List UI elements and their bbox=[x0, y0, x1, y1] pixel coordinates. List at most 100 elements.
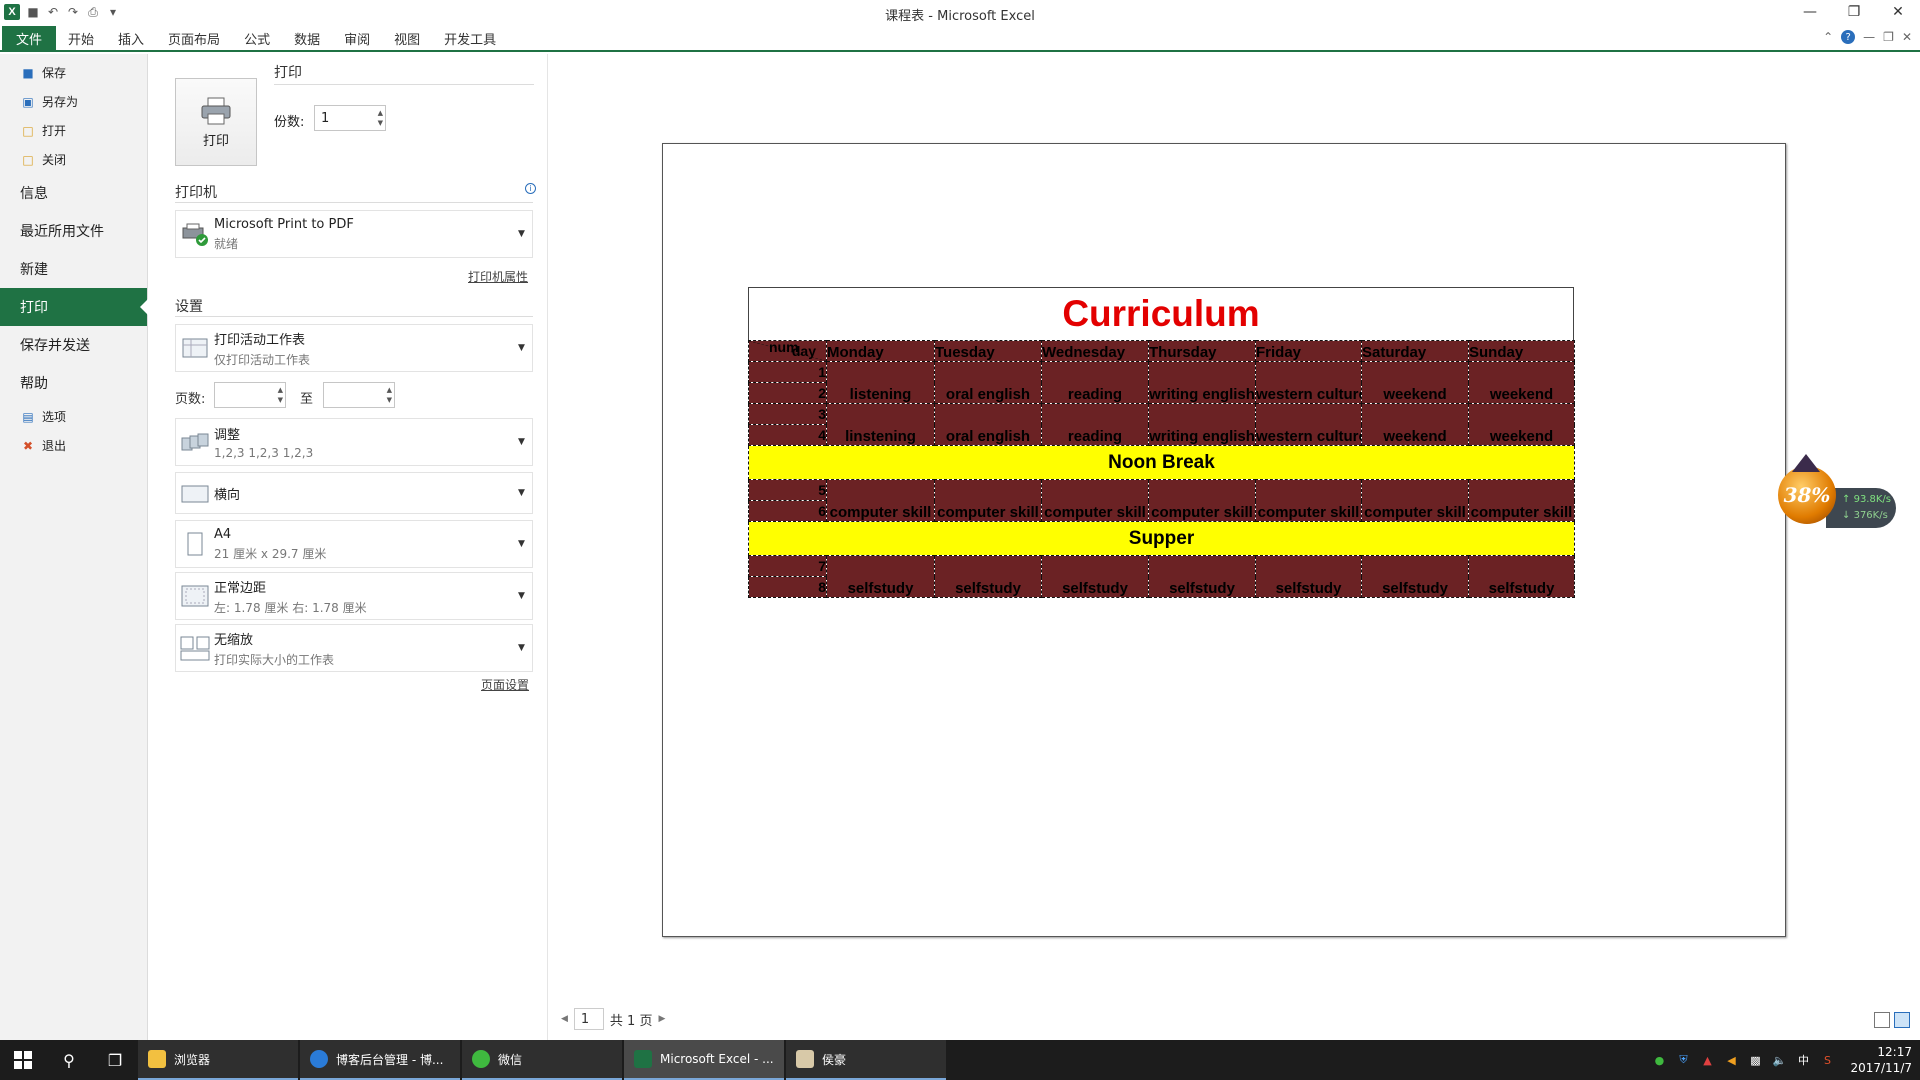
doc-minimize-icon[interactable]: — bbox=[1863, 30, 1875, 44]
backstage-open-label: 打开 bbox=[42, 124, 67, 138]
tab-file[interactable]: 文件 bbox=[2, 26, 57, 50]
wechat-tray-icon[interactable]: ● bbox=[1652, 1053, 1666, 1067]
copies-value: 1 bbox=[321, 110, 330, 126]
show-margins-icon[interactable] bbox=[1874, 1012, 1890, 1028]
doc-restore-icon[interactable]: ❐ bbox=[1883, 30, 1894, 44]
print-button[interactable]: 打印 bbox=[175, 78, 257, 166]
margins-icon bbox=[180, 581, 210, 611]
period-number: 1 bbox=[748, 361, 827, 383]
backstage-options[interactable]: ▤ 选项 bbox=[0, 402, 147, 431]
backstage-help[interactable]: 帮助 bbox=[0, 364, 147, 402]
spin-arrows-icon[interactable]: ▲ ▼ bbox=[387, 385, 392, 405]
subject-cell: selfstudy bbox=[1468, 555, 1575, 598]
tab-view[interactable]: 视图 bbox=[382, 26, 432, 50]
task-view-icon[interactable]: ❐ bbox=[92, 1040, 138, 1080]
restore-icon[interactable]: ❐ bbox=[1832, 0, 1876, 24]
print-what-dropdown[interactable]: 打印活动工作表 仅打印活动工作表 ▼ bbox=[175, 324, 533, 372]
backstage-print[interactable]: 打印 bbox=[0, 288, 148, 326]
orientation-dropdown[interactable]: 横向 ▼ bbox=[175, 472, 533, 514]
pages-to-input[interactable]: ▲ ▼ bbox=[323, 382, 395, 408]
subject-cell: listening bbox=[826, 361, 935, 404]
clock[interactable]: 12:17 2017/11/7 bbox=[1850, 1044, 1912, 1076]
chevron-down-icon: ▼ bbox=[518, 539, 525, 549]
search-icon[interactable]: ⚲ bbox=[46, 1040, 92, 1080]
antivirus-icon[interactable]: ▲ bbox=[1700, 1053, 1714, 1067]
taskbar-app-label: Microsoft Excel - ... bbox=[660, 1052, 774, 1066]
tab-formulas[interactable]: 公式 bbox=[232, 26, 282, 50]
network-speed-widget[interactable]: ↑ 93.8K/s ↓ 376K/s 38% bbox=[1778, 454, 1898, 530]
margins-dropdown[interactable]: 正常边距 左: 1.78 厘米 右: 1.78 厘米 ▼ bbox=[175, 572, 533, 620]
paper-icon bbox=[180, 529, 210, 559]
taskbar-app-image[interactable]: 侯豪 bbox=[786, 1040, 946, 1080]
page-setup-link[interactable]: 页面设置 bbox=[481, 676, 529, 693]
zoom-to-page-icon[interactable] bbox=[1894, 1012, 1910, 1028]
shield-icon[interactable]: ⛨ bbox=[1676, 1053, 1690, 1067]
minimize-icon[interactable]: — bbox=[1788, 0, 1832, 24]
taskbar-app-wechat[interactable]: 微信 bbox=[462, 1040, 622, 1080]
backstage-recent[interactable]: 最近所用文件 bbox=[0, 212, 147, 250]
chevron-down-icon: ▼ bbox=[518, 343, 525, 353]
subject-cell: weekend bbox=[1468, 403, 1575, 446]
ribbon-tabs: 文件 开始 插入 页面布局 公式 数据 审阅 视图 开发工具 ⌃ ? — ❐ ✕ bbox=[0, 26, 1920, 52]
tab-data[interactable]: 数据 bbox=[282, 26, 332, 50]
backstage-save-as[interactable]: ▣ 另存为 bbox=[0, 87, 147, 116]
paper-sub: 21 厘米 x 29.7 厘米 bbox=[214, 546, 327, 561]
printer-properties-link[interactable]: 打印机属性 bbox=[468, 268, 528, 285]
tab-developer[interactable]: 开发工具 bbox=[432, 26, 508, 50]
backstage-info[interactable]: 信息 bbox=[0, 174, 147, 212]
spin-arrows-icon[interactable]: ▲ ▼ bbox=[378, 108, 383, 128]
print-preview: Curriculum day num Monday Tuesday Wednes… bbox=[549, 54, 1920, 1040]
margins-main: 正常边距 bbox=[214, 580, 267, 596]
tab-review[interactable]: 审阅 bbox=[332, 26, 382, 50]
collapse-ribbon-icon[interactable]: ⌃ bbox=[1823, 30, 1833, 44]
preview-view-buttons bbox=[1874, 1012, 1910, 1028]
help-icon[interactable]: ? bbox=[1841, 30, 1856, 44]
day-header: Thursday bbox=[1148, 340, 1256, 362]
taskbar-app-explorer[interactable]: 浏览器 bbox=[138, 1040, 298, 1080]
supper-cell: Supper bbox=[748, 521, 1575, 556]
printer-dropdown[interactable]: Microsoft Print to PDF 就绪 ▼ bbox=[175, 210, 533, 258]
period-number: 2 bbox=[748, 382, 827, 404]
backstage-exit[interactable]: ✖ 退出 bbox=[0, 431, 147, 460]
network-icon[interactable]: ▩ bbox=[1748, 1053, 1762, 1067]
backstage-open[interactable]: □ 打开 bbox=[0, 116, 147, 145]
tab-page-layout[interactable]: 页面布局 bbox=[156, 26, 232, 50]
divider bbox=[175, 316, 533, 317]
preview-page: Curriculum day num Monday Tuesday Wednes… bbox=[662, 143, 1786, 937]
windows-start-icon[interactable] bbox=[0, 1040, 46, 1080]
image-icon bbox=[796, 1050, 814, 1068]
subject-cell: selfstudy bbox=[826, 555, 935, 598]
pages-from-input[interactable]: ▲ ▼ bbox=[214, 382, 286, 408]
scaling-dropdown[interactable]: 无缩放 打印实际大小的工作表 ▼ bbox=[175, 624, 533, 672]
close-icon[interactable]: ✕ bbox=[1876, 0, 1920, 24]
tab-home[interactable]: 开始 bbox=[56, 26, 106, 50]
tab-insert[interactable]: 插入 bbox=[106, 26, 156, 50]
collate-dropdown[interactable]: 调整 1,2,3 1,2,3 1,2,3 ▼ bbox=[175, 418, 533, 466]
subject-cell: computer skill bbox=[826, 479, 935, 522]
schedule-table: day num Monday Tuesday Wednesday Thursda… bbox=[748, 340, 1575, 598]
copies-input[interactable]: 1 ▲ ▼ bbox=[314, 105, 386, 131]
current-page-input[interactable]: 1 bbox=[573, 1008, 604, 1030]
backstage-save-send[interactable]: 保存并发送 bbox=[0, 326, 147, 364]
taskbar-app-browser[interactable]: 博客后台管理 - 博... bbox=[300, 1040, 460, 1080]
backstage-close[interactable]: □ 关闭 bbox=[0, 145, 147, 174]
paper-size-dropdown[interactable]: A4 21 厘米 x 29.7 厘米 ▼ bbox=[175, 520, 533, 568]
window-controls: — ❐ ✕ bbox=[1788, 0, 1920, 24]
supper-row: Supper bbox=[748, 521, 1575, 556]
next-page-icon[interactable]: ▶ bbox=[658, 1014, 665, 1024]
notification-arrow-icon[interactable]: ◀ bbox=[1724, 1053, 1738, 1067]
volume-icon[interactable]: 🔈 bbox=[1772, 1053, 1787, 1067]
spin-arrows-icon[interactable]: ▲ ▼ bbox=[278, 385, 283, 405]
ime-indicator[interactable]: 中 bbox=[1796, 1053, 1810, 1067]
taskbar-app-excel[interactable]: Microsoft Excel - ... bbox=[624, 1040, 784, 1080]
doc-close-icon[interactable]: ✕ bbox=[1902, 30, 1912, 44]
taskbar-app-label: 博客后台管理 - 博... bbox=[336, 1052, 444, 1067]
info-icon[interactable]: i bbox=[525, 183, 536, 194]
day-header: Saturday bbox=[1361, 340, 1469, 362]
backstage-save[interactable]: ■ 保存 bbox=[0, 58, 147, 87]
print-settings-pane: 打印 打印 份数: 1 ▲ ▼ 打印机 i Microsoft Print to … bbox=[148, 54, 548, 1040]
sogou-icon[interactable]: S bbox=[1820, 1053, 1834, 1067]
previous-page-icon[interactable]: ◀ bbox=[561, 1014, 568, 1024]
backstage-new[interactable]: 新建 bbox=[0, 250, 147, 288]
subject-cell: weekend bbox=[1468, 361, 1575, 404]
